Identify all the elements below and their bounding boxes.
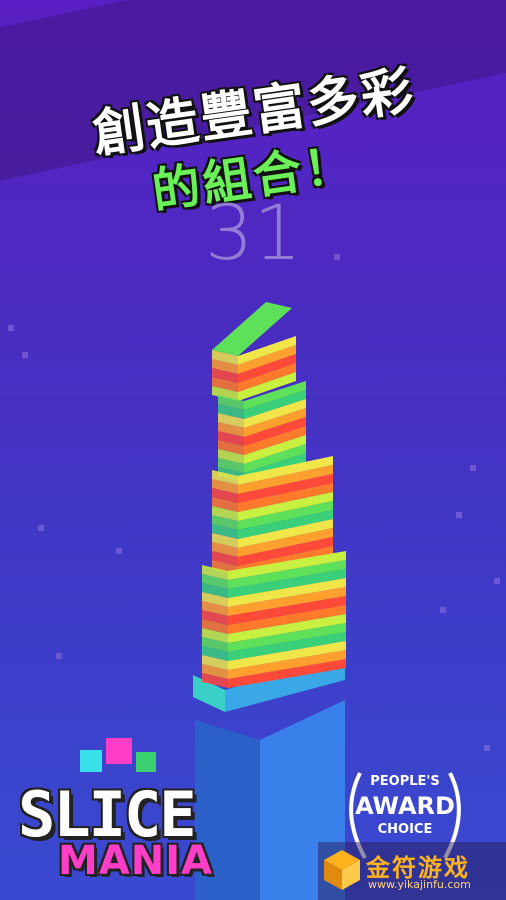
particle (56, 653, 62, 659)
particle (8, 325, 14, 331)
award-line-1: PEOPLE'S (370, 774, 440, 789)
particle (494, 578, 500, 584)
watermark-url: www.yikajinfu.com (368, 878, 471, 891)
cube-logo-icon (324, 850, 360, 890)
award-line-2: AWARD (355, 792, 455, 820)
tower-stripes (202, 302, 346, 688)
award-line-3: CHOICE (377, 822, 433, 837)
particle (22, 352, 28, 358)
particle (116, 548, 122, 554)
game-logo: SLICE MANIA (18, 738, 238, 888)
particle (456, 512, 462, 518)
particle (334, 254, 340, 260)
particle (470, 465, 476, 471)
watermark: 金符游戏 www.yikajinfu.com (318, 842, 506, 900)
particle (484, 745, 490, 751)
particle (38, 525, 44, 531)
particle (440, 607, 446, 613)
logo-word-mania: MANIA (58, 838, 214, 884)
